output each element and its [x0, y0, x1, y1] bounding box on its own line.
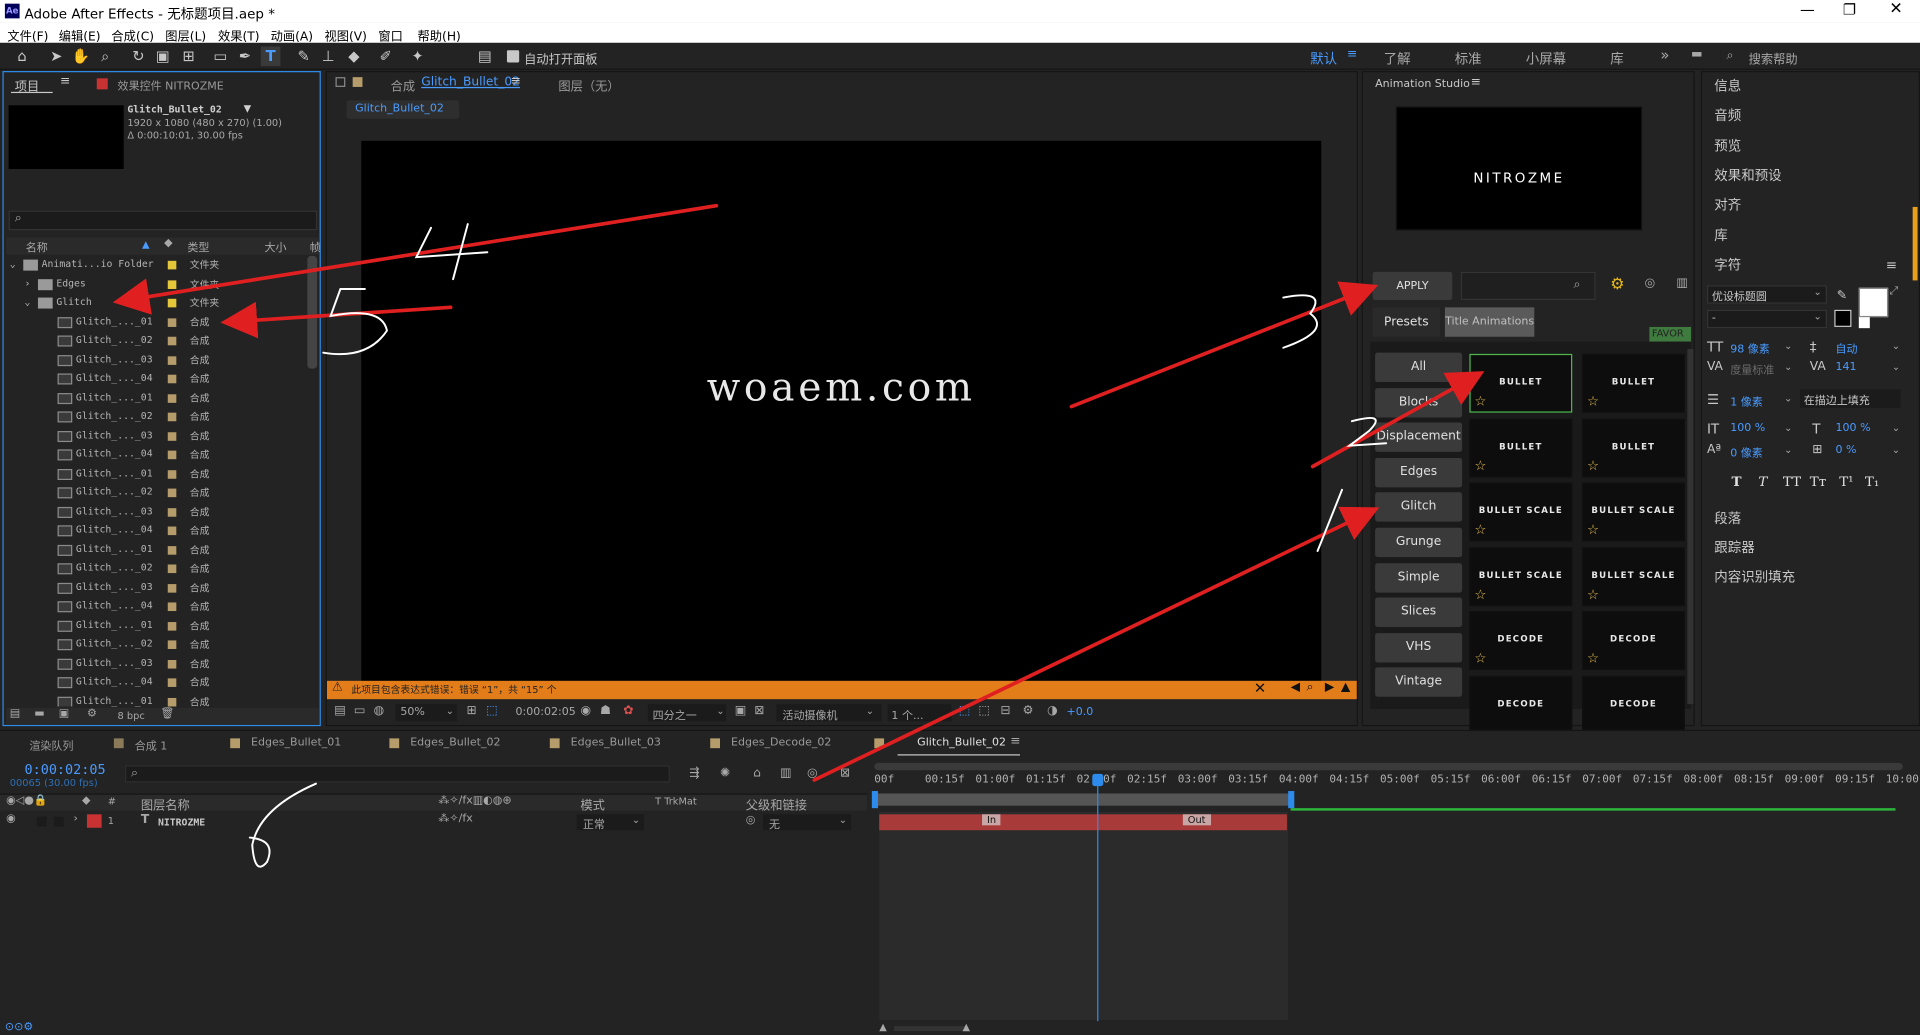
annotation-arrow-1 — [812, 506, 1380, 782]
annotation-overlay — [112, 203, 1485, 868]
annotation-digit-6 — [248, 782, 317, 868]
annotation-arrow-3 — [1069, 281, 1379, 409]
annotation-digit-5 — [322, 288, 388, 356]
annotation-arrow-2 — [1310, 371, 1485, 469]
annotation-digit-2 — [1346, 417, 1388, 447]
annotation-digit-1 — [1316, 488, 1344, 553]
ae-window: Ae Adobe After Effects - 无标题项目.aep * — ❐… — [0, 0, 1920, 1035]
